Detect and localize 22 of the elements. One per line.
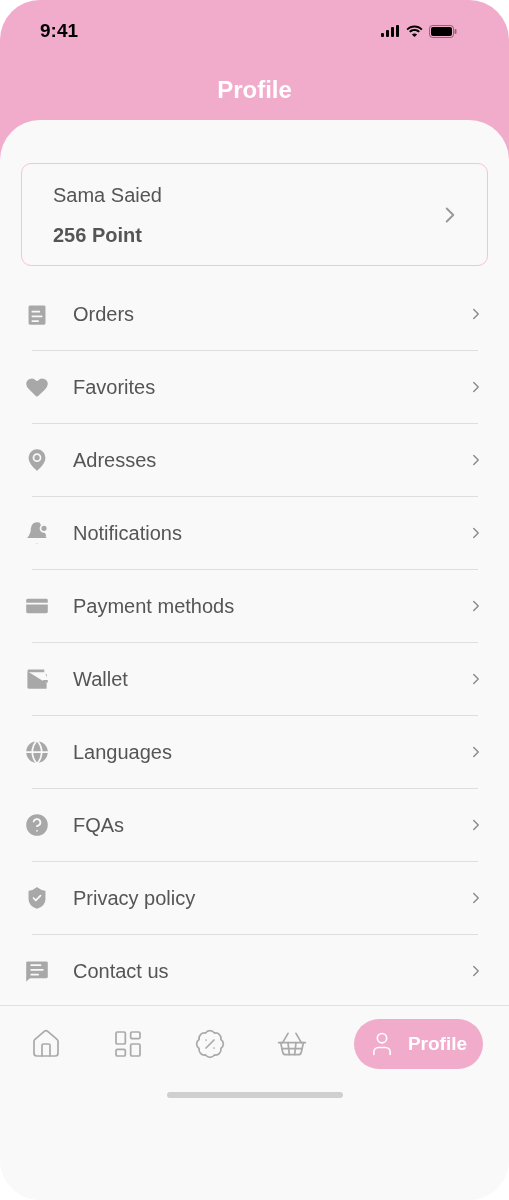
menu-item[interactable]: Wallet [21,643,488,715]
menu-item[interactable]: Orders [21,278,488,350]
profile-card[interactable]: Sama Saied 256 Point [21,163,488,266]
home-icon [30,1028,62,1060]
menu-item[interactable]: Payment methods [21,570,488,642]
battery-icon [429,24,457,38]
menu-item[interactable]: Languages [21,716,488,788]
menu-item[interactable]: Privacy policy [21,862,488,934]
page-title: Profile [217,75,292,105]
menu-item[interactable]: FQAs [21,789,488,861]
status-time: 9:41 [40,18,79,43]
points-balance: 256 Point [53,222,143,248]
menu-item[interactable]: Notifications [21,497,488,569]
question-icon [23,811,51,839]
menu-item[interactable]: Adresses [21,424,488,496]
wifi-icon [406,25,423,37]
percent-badge-icon [193,1028,226,1060]
signal-icon [381,25,400,37]
globe-icon [23,738,51,766]
menu-item[interactable]: Favorites [21,351,488,423]
menu-item[interactable]: Contact us [21,935,488,1007]
user-name: Sama Saied [53,182,162,208]
